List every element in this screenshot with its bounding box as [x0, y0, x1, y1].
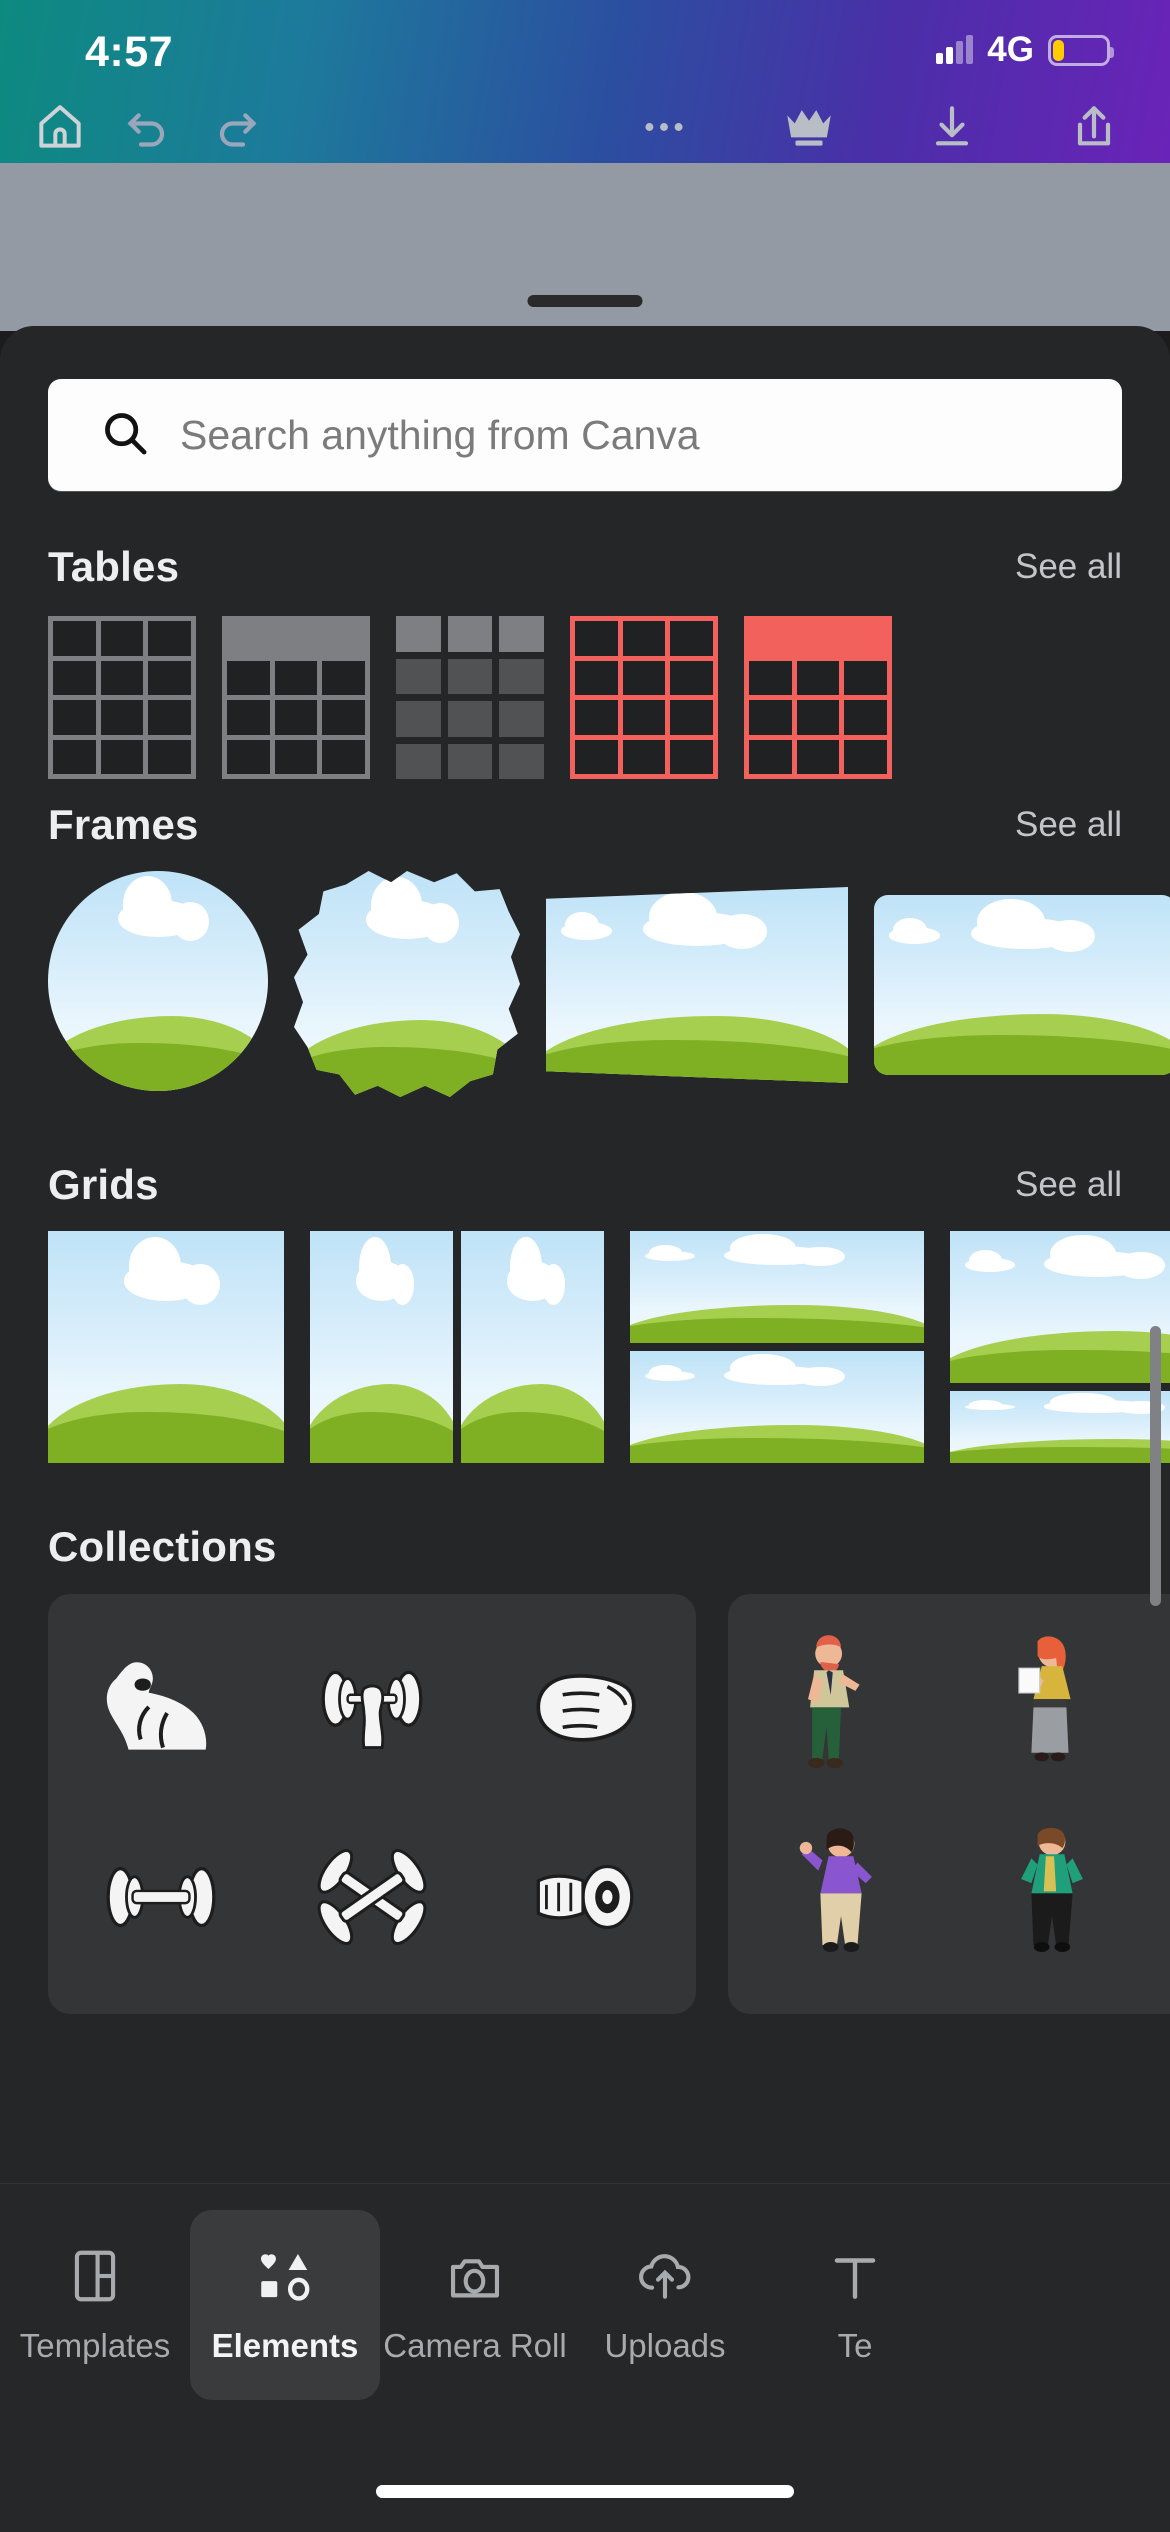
see-all-frames-link[interactable]: See all: [1015, 805, 1122, 845]
status-bar-clock: 4:57: [85, 28, 174, 76]
grid-thumb-single[interactable]: [48, 1231, 284, 1463]
redo-icon[interactable]: [192, 90, 280, 163]
table-thumb-red-header[interactable]: [744, 616, 893, 779]
fist-icon[interactable]: [477, 1618, 688, 1804]
home-indicator: [376, 2485, 794, 2498]
table-thumb-filled-cells[interactable]: [396, 616, 545, 779]
network-type-label: 4G: [987, 30, 1034, 69]
section-title-tables: Tables: [48, 543, 180, 590]
collections-rail[interactable]: [0, 1594, 1170, 2024]
tab-camera-roll[interactable]: Camera Roll: [380, 2210, 570, 2400]
barbell-icon[interactable]: [56, 1804, 267, 1990]
grid-thumb-two-rows[interactable]: [630, 1231, 924, 1463]
see-all-tables-link[interactable]: See all: [1015, 547, 1122, 587]
see-all-grids-link[interactable]: See all: [1015, 1165, 1122, 1205]
tab-label-camera-roll: Camera Roll: [383, 2327, 567, 2364]
share-icon[interactable]: [1050, 90, 1138, 163]
section-title-grids: Grids: [48, 1161, 159, 1208]
bottom-tab-bar: Templates Elements Camera Roll Uploads T…: [0, 2183, 1170, 2532]
person-standing-icon[interactable]: [947, 1804, 1158, 1990]
person-arms-open-icon[interactable]: [1157, 1618, 1170, 1804]
frames-rail[interactable]: [0, 871, 1170, 1111]
shapes-icon: [254, 2245, 316, 2307]
frame-thumb-scalloped[interactable]: [294, 871, 520, 1097]
person-presenting-icon[interactable]: [736, 1618, 947, 1804]
status-bar-indicators: 4G: [936, 30, 1114, 70]
search-icon: [98, 406, 152, 465]
home-icon[interactable]: [16, 90, 104, 163]
table-thumb-outline-gray[interactable]: [48, 616, 197, 779]
tab-uploads[interactable]: Uploads: [570, 2210, 760, 2400]
section-title-collections: Collections: [48, 1523, 277, 1570]
crown-icon[interactable]: [765, 90, 853, 163]
section-header-tables: Tables See all: [48, 541, 1122, 593]
person-pointing-icon[interactable]: [1157, 1804, 1170, 1990]
weight-plates-icon[interactable]: [477, 1804, 688, 1990]
person-clipboard-icon[interactable]: [947, 1618, 1158, 1804]
section-title-frames: Frames: [48, 801, 199, 848]
grids-rail[interactable]: [0, 1231, 1170, 1476]
frame-thumb-rounded-rectangle[interactable]: [874, 871, 1170, 1097]
camera-icon: [444, 2245, 506, 2307]
frame-thumb-skewed-rectangle[interactable]: [546, 871, 848, 1097]
grid-thumb-uneven-rows[interactable]: [950, 1231, 1170, 1463]
undo-icon[interactable]: [104, 90, 192, 163]
crossed-dumbbells-icon[interactable]: [267, 1804, 478, 1990]
tab-text[interactable]: Te: [760, 2210, 950, 2400]
search-input[interactable]: [180, 411, 1122, 459]
panel-scrollbar[interactable]: [1150, 1326, 1161, 1606]
section-header-frames: Frames See all: [48, 799, 1122, 851]
table-thumb-outline-red[interactable]: [570, 616, 719, 779]
collection-card-fitness[interactable]: [48, 1594, 696, 2014]
layout-panel-icon: [64, 2245, 126, 2307]
app-header: 4:57 4G: [0, 0, 1170, 163]
status-bar: 4:57 4G: [0, 0, 1170, 90]
tables-rail[interactable]: [0, 616, 1170, 796]
dumbbell-lift-icon[interactable]: [267, 1618, 478, 1804]
sheet-drag-handle[interactable]: [527, 295, 643, 307]
editor-toolbar: [0, 90, 1170, 163]
tab-label-elements: Elements: [211, 2327, 359, 2364]
section-header-grids: Grids See all: [48, 1159, 1122, 1211]
section-header-collections: Collections: [48, 1521, 1122, 1573]
tab-label-templates: Templates: [19, 2327, 171, 2364]
flexing-arm-icon[interactable]: [56, 1618, 267, 1804]
tab-label-uploads: Uploads: [604, 2327, 726, 2364]
more-options-icon[interactable]: [620, 90, 708, 163]
tab-templates[interactable]: Templates: [0, 2210, 190, 2400]
search-bar[interactable]: [48, 379, 1122, 491]
table-thumb-gray-header[interactable]: [222, 616, 371, 779]
collection-card-people[interactable]: [728, 1594, 1170, 2014]
tab-elements[interactable]: Elements: [190, 2210, 380, 2400]
person-cheering-icon[interactable]: [736, 1804, 947, 1990]
elements-panel: Tables See all: [0, 326, 1170, 2183]
text-icon: [824, 2245, 886, 2307]
cloud-upload-icon: [634, 2245, 696, 2307]
download-icon[interactable]: [908, 90, 996, 163]
frame-thumb-circle[interactable]: [48, 871, 268, 1091]
signal-bars-icon: [936, 35, 974, 64]
battery-icon: [1048, 34, 1114, 66]
tab-label-text: Te: [837, 2327, 873, 2364]
grid-thumb-two-columns[interactable]: [310, 1231, 604, 1463]
